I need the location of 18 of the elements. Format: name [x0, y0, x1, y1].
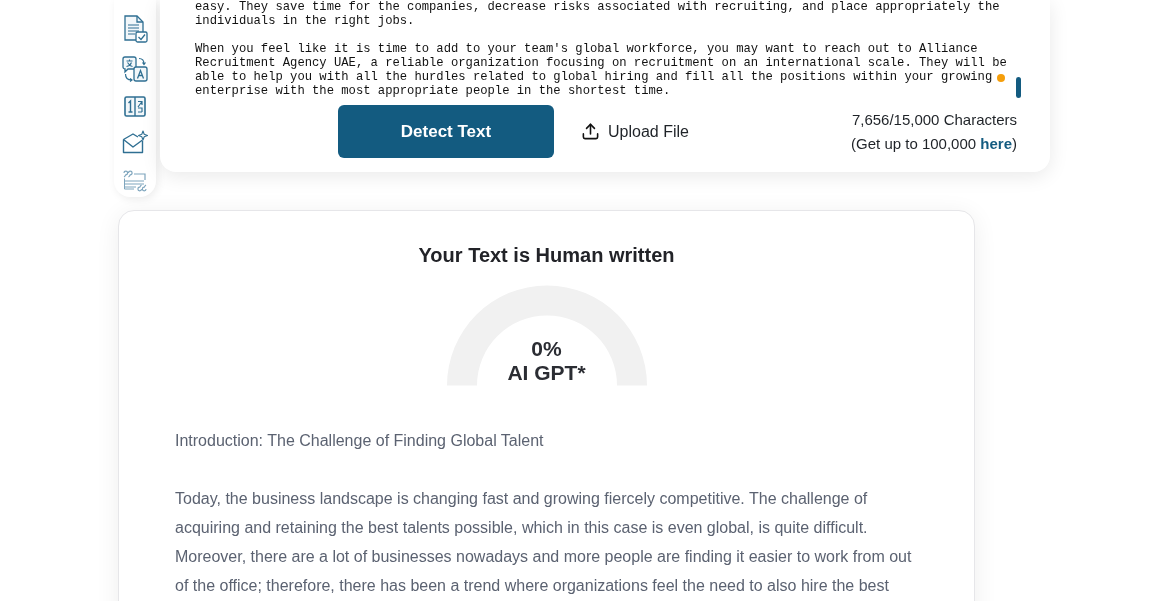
upgrade-note: (Get up to 100,000 here) — [851, 133, 1017, 154]
upload-file-button[interactable]: Upload File — [581, 116, 689, 147]
here-link[interactable]: here — [980, 134, 1012, 152]
detect-text-button[interactable]: Detect Text — [338, 105, 554, 158]
gauge-label: AI GPT* — [507, 361, 586, 385]
envelope-sparkle-icon[interactable] — [122, 130, 148, 155]
scrollbar-thumb[interactable] — [1016, 77, 1021, 98]
character-count: 7,656/15,000 Characters — [851, 109, 1017, 130]
result-paragraph: Today, the business landscape is changing fast and growing fiercely competitive. The challenge of acquiring and retaining the best talents possible, which in this case is even global, is quite difficult. Moreover, there are a lot of businesses nowadays and more people are finding it easier to work from out of the office; therefore, there has been a trend where organizations feel the need to also hire the best — [175, 489, 913, 596]
result-paragraph: Introduction: The Challenge of Finding Global Talent — [175, 431, 545, 451]
quote-lines-icon[interactable] — [122, 168, 148, 194]
document-check-icon[interactable] — [122, 15, 148, 43]
speech-bubbles-icon[interactable] — [122, 56, 148, 83]
upload-icon — [581, 122, 600, 141]
gauge-percent: 0% — [531, 337, 562, 361]
result-title: Your Text is Human written — [418, 243, 675, 268]
text-input-field[interactable]: easy. They save time for the companies, decrease risks associated with recruiting, and place appropriately the individuals in the right jobs. When you feel like it is time to add to your team's global workforce, you may want to reach out to Alliance Recruitment Agency UAE, a reliable organization focusing on recruitment on an international scale. They will be able to help you with all the hurdles related to global hiring and fill all the positions within your growing enterprise with the most appropriate people in the shortest time. — [195, 0, 1025, 101]
split-box-icon[interactable] — [124, 96, 146, 117]
